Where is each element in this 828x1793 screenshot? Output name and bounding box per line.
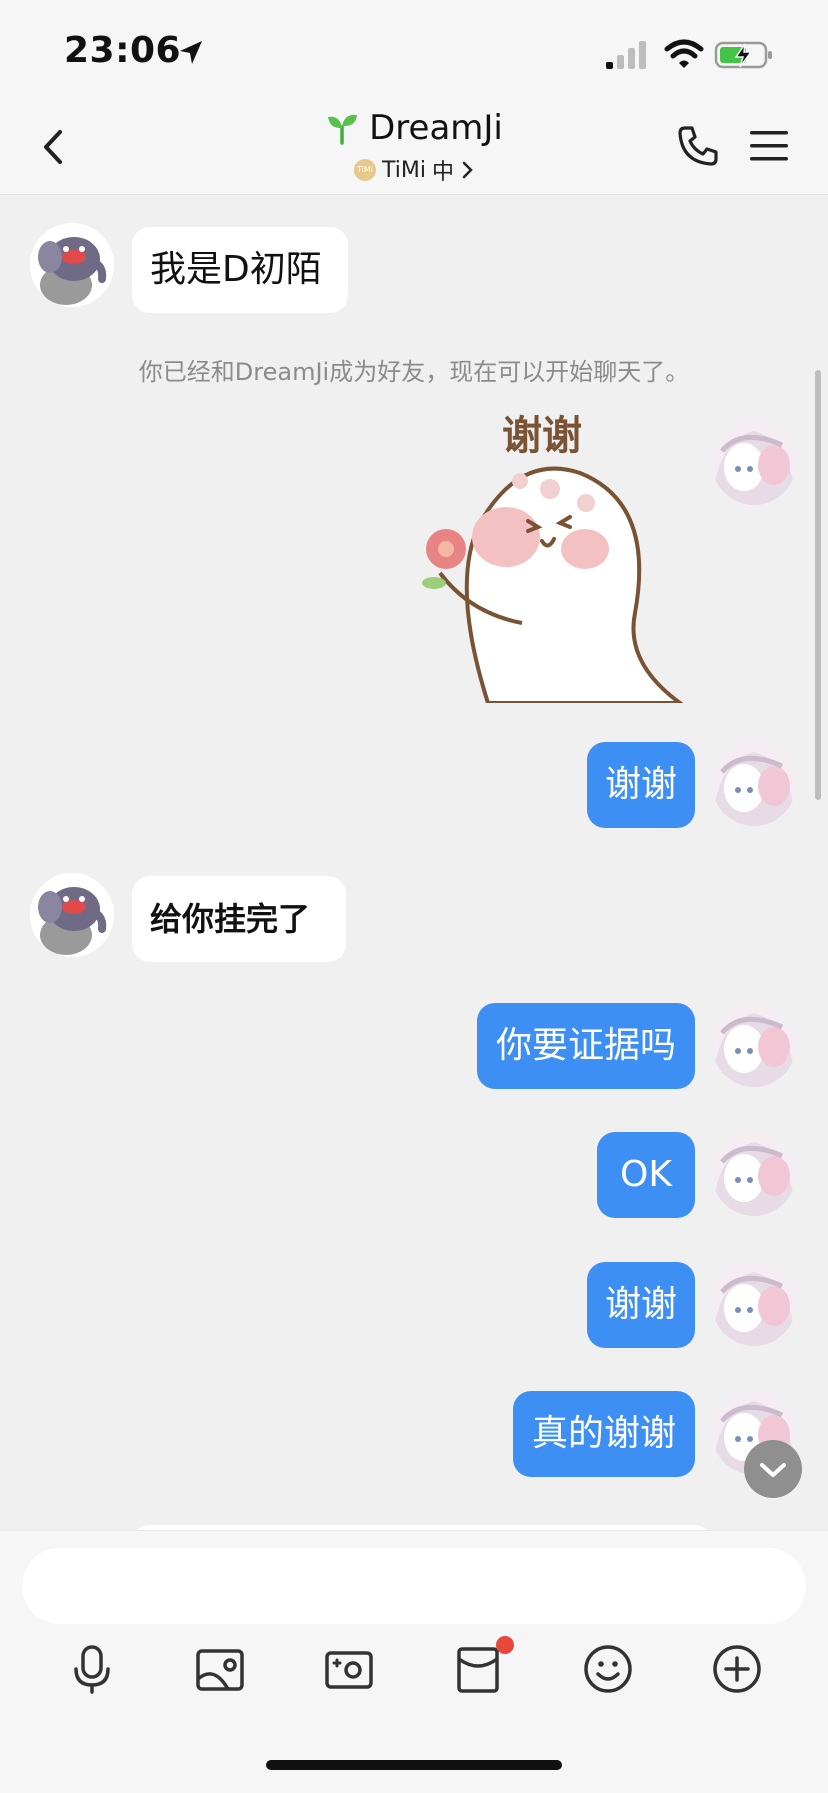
composer-bar — [0, 1530, 828, 1793]
emoji-icon[interactable] — [582, 1643, 634, 1695]
notification-dot — [496, 1636, 514, 1654]
wifi-icon — [664, 39, 704, 68]
message-bubble-outgoing[interactable]: 谢谢 — [587, 1262, 695, 1348]
message-bubble-incoming[interactable]: 我是D初陌 — [132, 227, 348, 313]
thank-you-sticker[interactable]: 谢谢 — [410, 413, 700, 703]
my-avatar[interactable] — [712, 1132, 796, 1216]
microphone-icon[interactable] — [66, 1643, 118, 1695]
my-avatar[interactable] — [712, 742, 796, 826]
home-indicator[interactable] — [266, 1760, 562, 1770]
message-bubble-outgoing[interactable]: 谢谢 — [587, 742, 695, 828]
anime-avatar-image — [712, 1262, 796, 1346]
chevron-down-icon — [760, 1463, 786, 1477]
contact-name: DreamJi — [369, 108, 503, 148]
message-bubble-outgoing[interactable]: OK — [597, 1132, 695, 1218]
status-state-label: 中 — [431, 160, 454, 185]
system-message: 你已经和DreamJi成为好友，现在可以开始聊天了。 — [138, 358, 690, 386]
battery-charging-icon — [714, 41, 772, 69]
anime-avatar-image — [712, 1132, 796, 1216]
status-bar: 23:06 — [0, 0, 828, 100]
chat-header: DreamJi TiMi TiMi 中 — [0, 100, 828, 195]
sticker-caption: 谢谢 — [502, 413, 582, 459]
status-time: 23:06 — [64, 30, 182, 71]
phone-icon[interactable] — [676, 124, 720, 168]
message-bubble-outgoing[interactable]: 你要证据吗 — [477, 1003, 695, 1089]
message-input[interactable] — [22, 1548, 806, 1624]
scrollbar[interactable] — [815, 370, 821, 800]
status-app-label: TiMi — [382, 157, 426, 183]
message-bubble-outgoing[interactable]: 真的谢谢 — [513, 1391, 695, 1477]
my-avatar[interactable] — [712, 1003, 796, 1087]
contact-avatar[interactable] — [30, 873, 114, 957]
anime-avatar-image — [712, 421, 796, 505]
location-arrow-icon — [180, 41, 202, 64]
camera-icon[interactable] — [323, 1643, 375, 1695]
elephant-avatar-image — [30, 223, 114, 307]
sprout-icon — [328, 114, 358, 145]
elephant-avatar-image — [30, 873, 114, 957]
photo-icon[interactable] — [194, 1643, 246, 1695]
red-packet-icon[interactable] — [453, 1636, 514, 1695]
contact-avatar[interactable] — [30, 223, 114, 307]
message-bubble-incoming[interactable]: 给你挂完了 — [132, 876, 346, 962]
chevron-right-icon — [462, 161, 473, 179]
message-list[interactable]: 我是D初陌 你已经和DreamJi成为好友，现在可以开始聊天了。 谢谢 谢谢 给… — [0, 195, 828, 1530]
anime-avatar-image — [712, 742, 796, 826]
anime-avatar-image — [712, 1003, 796, 1087]
menu-icon[interactable] — [748, 126, 790, 166]
my-avatar[interactable] — [712, 1262, 796, 1346]
cellular-signal-icon — [606, 41, 646, 69]
plus-icon[interactable] — [711, 1643, 763, 1695]
my-avatar[interactable] — [712, 421, 796, 505]
scroll-to-bottom-button[interactable] — [744, 1440, 802, 1498]
timi-game-icon: TiMi — [354, 159, 376, 181]
